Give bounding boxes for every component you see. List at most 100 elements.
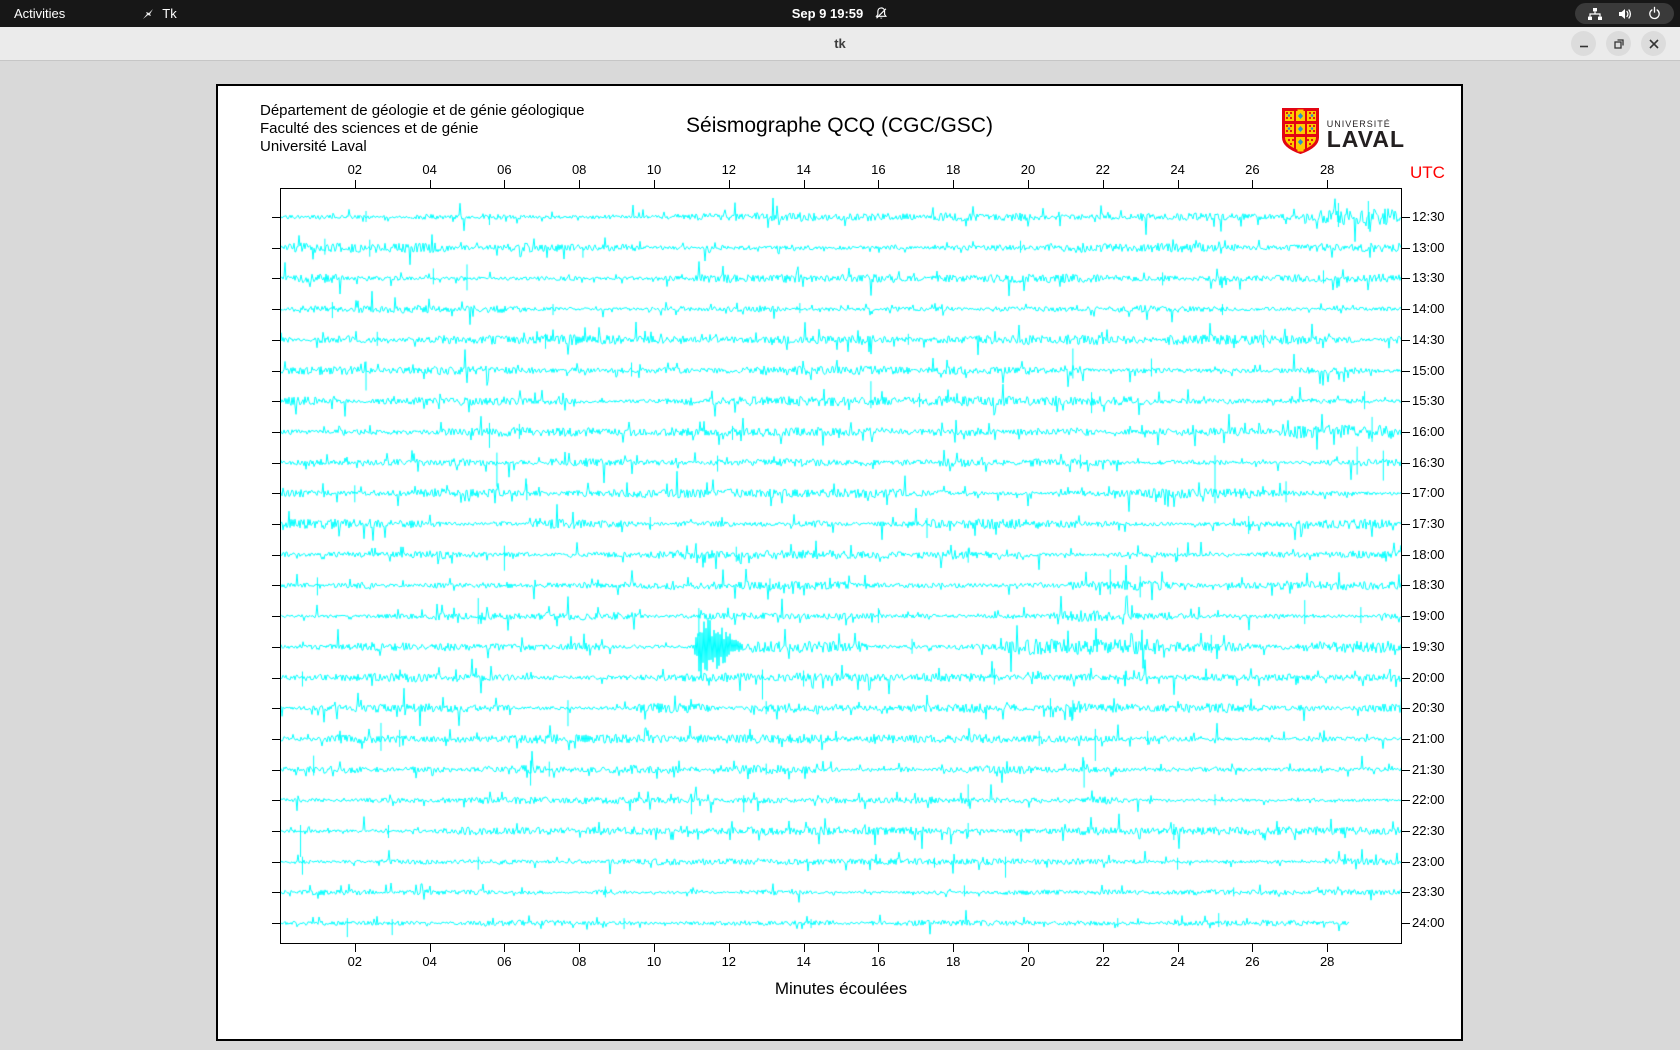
x-tick-label-bottom: 06 xyxy=(497,954,512,969)
y-tick-left xyxy=(272,217,280,218)
x-tick-label-bottom: 20 xyxy=(1020,954,1036,969)
x-tick-top xyxy=(1177,180,1179,188)
y-tick-left xyxy=(272,861,280,863)
power-icon xyxy=(1647,6,1662,21)
x-tick-top xyxy=(953,180,955,188)
figure-title: Séismographe QCQ (CGC/GSC) xyxy=(686,114,993,137)
y-tick-right xyxy=(1402,401,1410,403)
minimize-button[interactable] xyxy=(1571,31,1596,56)
close-button[interactable] xyxy=(1641,31,1666,56)
time-label: 22:30 xyxy=(1412,823,1445,838)
time-label: 24:00 xyxy=(1412,915,1445,931)
x-tick-top xyxy=(803,180,805,188)
x-tick-label-bottom: 26 xyxy=(1245,954,1260,969)
time-label: 19:30 xyxy=(1412,638,1445,654)
x-tick-label-bottom: 28 xyxy=(1319,954,1335,969)
time-label: 17:00 xyxy=(1412,485,1445,501)
x-tick-top xyxy=(1252,180,1254,188)
time-label: 18:00 xyxy=(1412,546,1445,562)
y-tick-right xyxy=(1402,524,1410,525)
time-label: 18:30 xyxy=(1412,577,1445,593)
activities-button[interactable]: Activities xyxy=(0,0,79,27)
x-tick-label-bottom: 08 xyxy=(571,954,587,969)
x-tick-label-top: 10 xyxy=(646,162,662,177)
app-menu-tk[interactable]: Tk xyxy=(127,0,190,27)
time-label: 14:30 xyxy=(1412,331,1445,347)
y-tick-right xyxy=(1402,708,1410,710)
x-tick-label-bottom: 14 xyxy=(796,954,811,969)
y-tick-right xyxy=(1402,616,1410,618)
time-label: 15:00 xyxy=(1412,362,1445,378)
x-tick-label-top: 28 xyxy=(1319,162,1335,177)
y-tick-right xyxy=(1402,247,1410,249)
x-tick-label-top: 24 xyxy=(1170,162,1185,177)
time-label: 23:30 xyxy=(1412,884,1445,900)
y-tick-right xyxy=(1402,677,1410,679)
time-label: 15:30 xyxy=(1412,393,1445,409)
y-tick-left xyxy=(272,923,280,925)
y-tick-left xyxy=(272,524,280,525)
y-tick-right xyxy=(1402,800,1410,802)
y-tick-right xyxy=(1402,309,1410,311)
x-tick-label-top: 02 xyxy=(347,162,363,177)
logo-text-laval: LAVAL xyxy=(1326,125,1405,152)
activities-label: Activities xyxy=(14,6,66,21)
y-tick-left xyxy=(272,616,280,618)
x-tick-label-bottom: 12 xyxy=(721,954,737,969)
y-tick-left xyxy=(272,554,280,556)
x-tick-top xyxy=(1102,180,1104,188)
y-tick-left xyxy=(272,646,280,648)
time-label: 13:00 xyxy=(1412,239,1445,255)
x-tick-bottom xyxy=(953,944,955,952)
y-tick-left xyxy=(272,738,280,740)
time-label: 16:30 xyxy=(1412,454,1445,470)
y-tick-left xyxy=(272,278,280,280)
x-tick-bottom xyxy=(1102,944,1104,952)
universite-laval-logo: UNIVERSITÉ LAVAL xyxy=(1281,108,1405,159)
y-tick-left xyxy=(272,493,280,495)
clock-button[interactable]: Sep 9 19:59 xyxy=(792,0,889,27)
y-tick-right xyxy=(1402,861,1410,863)
x-tick-label-bottom: 10 xyxy=(646,954,662,969)
maximize-button[interactable] xyxy=(1606,31,1631,56)
x-tick-label-bottom: 24 xyxy=(1170,954,1185,969)
x-tick-bottom xyxy=(354,944,356,952)
x-tick-top xyxy=(579,180,581,188)
x-tick-label-top: 14 xyxy=(796,162,811,177)
volume-icon xyxy=(1617,7,1633,21)
time-label: 14:00 xyxy=(1412,301,1445,317)
x-tick-label-top: 26 xyxy=(1245,162,1260,177)
y-tick-right xyxy=(1402,585,1410,587)
x-tick-bottom xyxy=(1177,944,1179,952)
window-body: Département de géologie et de génie géol… xyxy=(0,61,1680,1050)
x-tick-bottom xyxy=(504,944,506,952)
x-tick-label-top: 18 xyxy=(945,162,961,177)
y-tick-left xyxy=(272,708,280,710)
y-tick-left xyxy=(272,800,280,802)
window-titlebar[interactable]: tk xyxy=(0,27,1680,61)
x-tick-bottom xyxy=(654,944,655,952)
system-tray[interactable] xyxy=(1575,3,1674,24)
y-tick-right xyxy=(1402,493,1410,495)
x-tick-top xyxy=(429,180,431,188)
x-tick-label-top: 06 xyxy=(497,162,512,177)
y-tick-right xyxy=(1402,554,1410,556)
x-tick-top xyxy=(354,180,356,188)
time-label: 20:30 xyxy=(1412,700,1445,716)
x-tick-label-bottom: 02 xyxy=(347,954,363,969)
y-tick-right xyxy=(1402,831,1410,832)
y-tick-right xyxy=(1402,431,1410,433)
y-tick-right xyxy=(1402,217,1410,218)
time-label: 13:30 xyxy=(1412,270,1445,286)
x-tick-bottom xyxy=(803,944,805,952)
x-tick-label-bottom: 18 xyxy=(945,954,961,969)
x-tick-label-top: 08 xyxy=(571,162,587,177)
x-tick-label-bottom: 04 xyxy=(422,954,437,969)
y-tick-right xyxy=(1402,769,1410,771)
x-tick-top xyxy=(878,180,880,188)
x-tick-label-top: 22 xyxy=(1095,162,1111,177)
x-tick-label-bottom: 22 xyxy=(1095,954,1111,969)
app-menu-label: Tk xyxy=(162,6,177,21)
time-label: 20:00 xyxy=(1412,669,1445,685)
x-tick-bottom xyxy=(1327,944,1329,952)
